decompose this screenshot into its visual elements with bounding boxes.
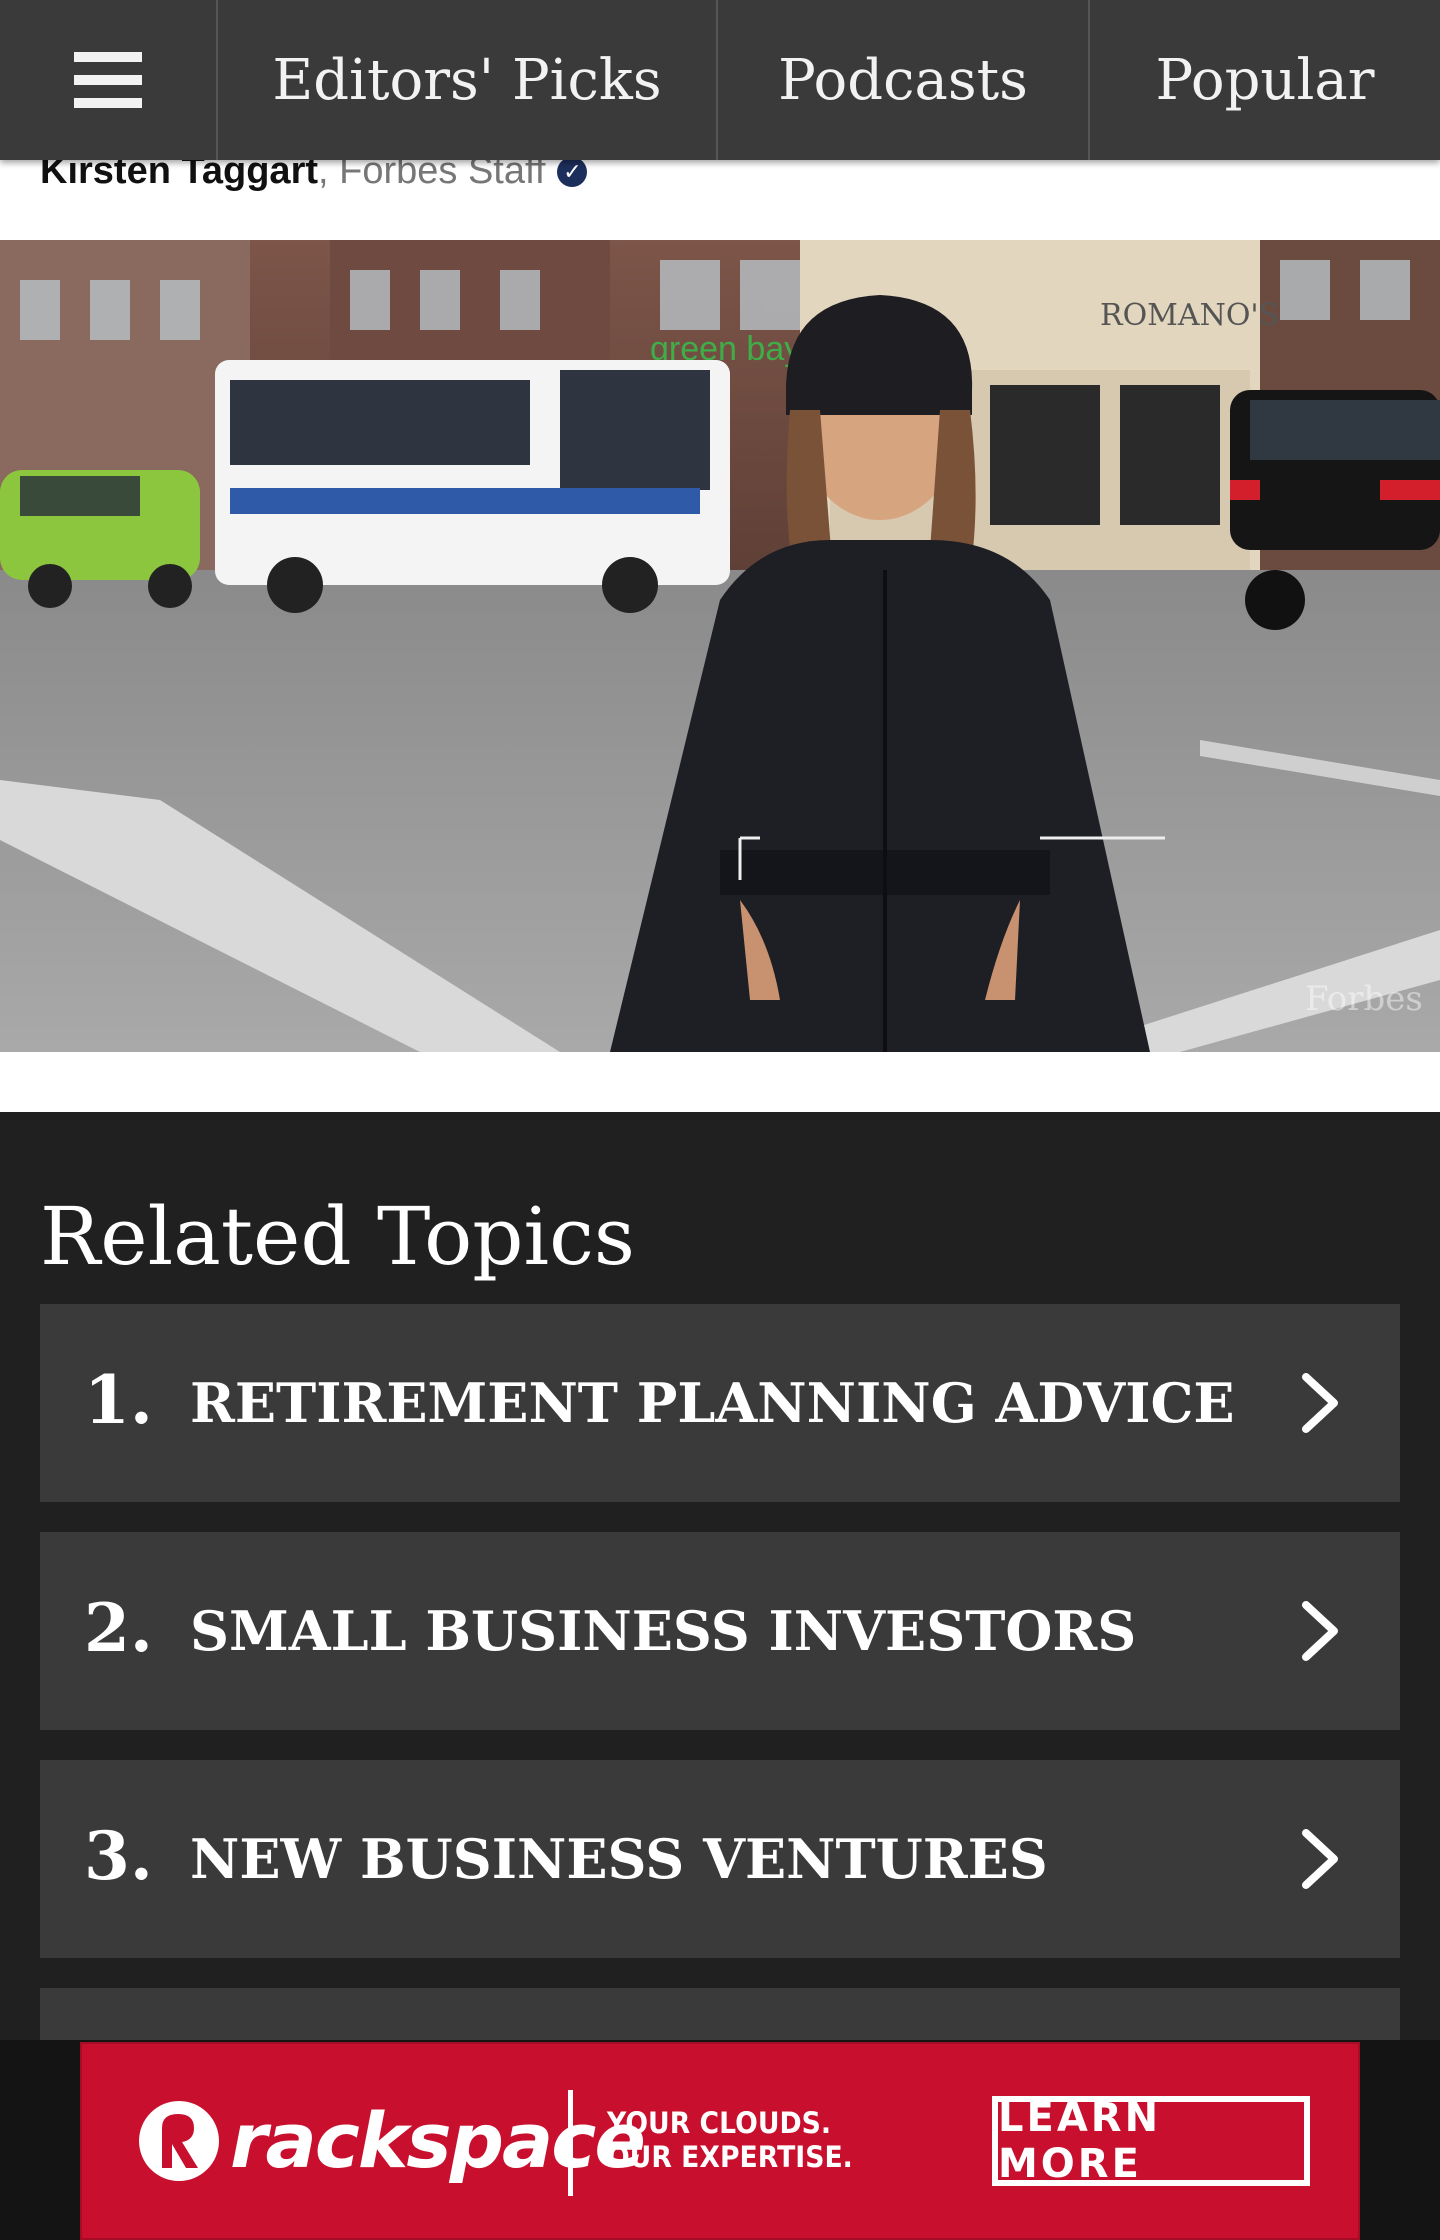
rackspace-ad-banner[interactable]: rackspace YOUR CLOUDS. OUR EXPERTISE. LE…	[80, 2042, 1360, 2240]
topic-number: 3.	[84, 1817, 153, 1895]
hamburger-menu-icon	[74, 52, 142, 108]
menu-button[interactable]	[0, 0, 218, 160]
topic-label: RETIREMENT PLANNING ADVICE	[190, 1371, 1235, 1435]
chevron-right-icon	[1280, 1819, 1360, 1899]
ad-divider	[568, 2090, 573, 2196]
storefront-sign: ROMANO'S	[1100, 298, 1279, 333]
top-navigation-bar: Editors' Picks Podcasts Popular	[0, 0, 1440, 160]
topic-number: 2.	[84, 1589, 153, 1667]
ad-tagline: YOUR CLOUDS. OUR EXPERTISE.	[607, 2106, 853, 2174]
related-topics-title: Related Topics	[40, 1190, 635, 1283]
chevron-right-icon	[1280, 1363, 1360, 1443]
video-frame: ROMANO'S green bay Forbes	[0, 240, 1440, 1052]
related-topic-item-3[interactable]: 3. NEW BUSINESS VENTURES	[40, 1760, 1400, 1958]
video-watermark: Forbes	[1305, 979, 1423, 1019]
nav-item-popular[interactable]: Popular	[1090, 0, 1440, 160]
chevron-right-icon	[1280, 1591, 1360, 1671]
topic-label: NEW BUSINESS VENTURES	[190, 1827, 1048, 1891]
learn-more-button[interactable]: LEARN MORE	[992, 2095, 1310, 2187]
nav-item-podcasts[interactable]: Podcasts	[718, 0, 1090, 160]
rackspace-logo-icon	[139, 2100, 219, 2181]
related-topic-item-2[interactable]: 2. SMALL BUSINESS INVESTORS	[40, 1532, 1400, 1730]
nav-item-editors-picks[interactable]: Editors' Picks	[218, 0, 718, 160]
ad-tagline-line2: OUR EXPERTISE.	[607, 2140, 853, 2174]
verified-check-icon: ✓	[557, 156, 588, 187]
related-topic-item-1[interactable]: 1. RETIREMENT PLANNING ADVICE	[40, 1304, 1400, 1502]
video-spacer	[0, 1052, 1440, 1112]
video-player[interactable]: ROMANO'S green bay Forbes	[0, 240, 1440, 1052]
topic-number: 1.	[84, 1361, 153, 1439]
topic-label: SMALL BUSINESS INVESTORS	[190, 1599, 1137, 1663]
ad-tagline-line1: YOUR CLOUDS.	[607, 2106, 832, 2140]
ad-brand: rackspace	[230, 2096, 646, 2185]
